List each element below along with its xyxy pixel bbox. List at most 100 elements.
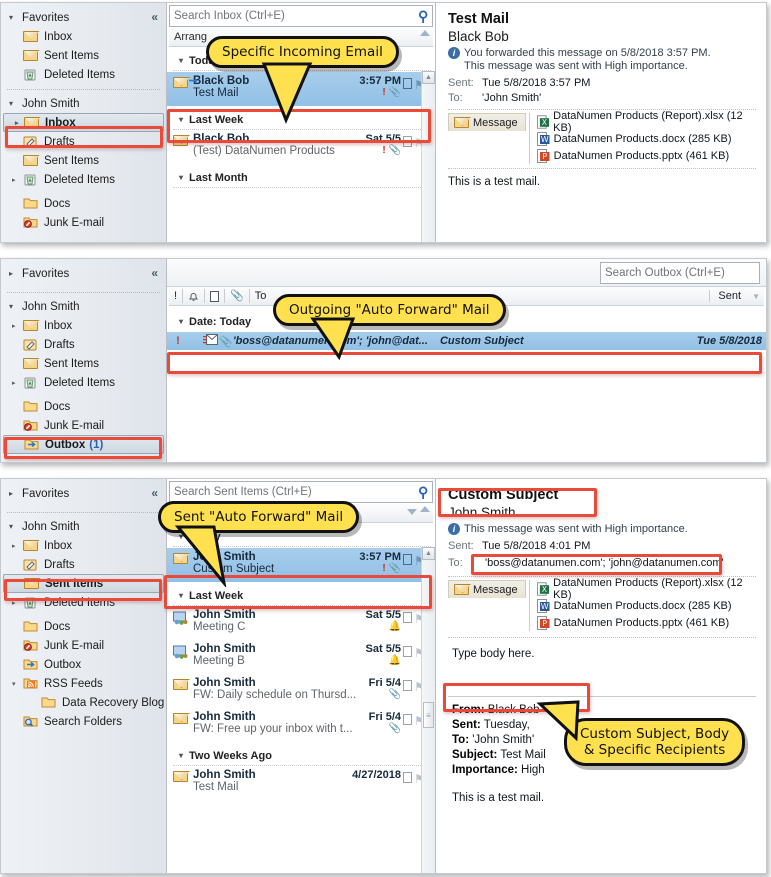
- sidebar-item-inbox[interactable]: ▸ Inbox: [1, 316, 166, 335]
- sidebar-item-deleted-items[interactable]: ▸ Deleted Items: [1, 593, 166, 612]
- chevron-right-icon[interactable]: ▸: [12, 176, 19, 184]
- sidebar-item-drafts[interactable]: Drafts: [1, 555, 166, 574]
- mail-subject-heading: Custom Subject: [448, 487, 559, 503]
- categorize-box-icon[interactable]: [403, 136, 412, 147]
- list-scrollbar[interactable]: ▲: [421, 71, 435, 242]
- svg-text:W: W: [540, 602, 548, 611]
- sidebar-item-drafts[interactable]: Drafts: [1, 132, 166, 151]
- sort-ascending-icon[interactable]: [420, 30, 430, 36]
- chevron-right-icon[interactable]: ▸: [12, 322, 19, 330]
- chevron-right-icon[interactable]: ▸: [12, 379, 19, 387]
- collapse-pane-icon[interactable]: «: [151, 11, 158, 23]
- attachment-item[interactable]: P DataNumen Products.pptx (461 KB): [536, 614, 756, 631]
- chevron-down-icon[interactable]: ▾: [12, 680, 19, 688]
- sidebar-item-docs[interactable]: Docs: [1, 397, 166, 416]
- column-header-to[interactable]: To: [250, 289, 272, 303]
- attachment-item[interactable]: X DataNumen Products (Report).xlsx (12 K…: [536, 577, 756, 601]
- attachment-item[interactable]: W DataNumen Products.docx (285 KB): [536, 597, 756, 614]
- favorite-item-sent-items[interactable]: Sent Items: [1, 46, 166, 65]
- sort-descending-icon[interactable]: [407, 509, 417, 515]
- sidebar-item-label: Data Recovery Blog: [62, 696, 165, 709]
- column-header-attachment[interactable]: 📎: [225, 289, 250, 303]
- categorize-box-icon[interactable]: [403, 612, 412, 623]
- sidebar-item-sent-items[interactable]: Sent Items: [3, 574, 164, 593]
- sidebar-item-sent-items[interactable]: Sent Items: [1, 354, 166, 373]
- sidebar-item-deleted-items[interactable]: ▸ Deleted Items: [1, 170, 166, 189]
- categorize-box-icon[interactable]: [403, 680, 412, 691]
- search-placeholder-text: Search Sent Items (Ctrl+E): [174, 486, 312, 498]
- column-header-icon[interactable]: [205, 289, 226, 303]
- search-input[interactable]: Search Sent Items (Ctrl+E) ⚲: [169, 481, 433, 503]
- categorize-box-icon[interactable]: [403, 714, 412, 725]
- sidebar-item-inbox[interactable]: ▸ Inbox: [3, 113, 164, 132]
- sort-ascending-icon[interactable]: [420, 506, 430, 512]
- sidebar-item-junk-email[interactable]: Junk E-mail: [1, 636, 166, 655]
- sidebar-item-rss-feeds[interactable]: ▾ RSS Feeds: [1, 674, 166, 693]
- navigation-pane-outbox: ▸ Favorites « ▾ John Smith ▸ Inbox Draft…: [1, 259, 167, 462]
- scroll-up-button[interactable]: ▲: [422, 71, 435, 84]
- attachment-item[interactable]: W DataNumen Products.docx (285 KB): [536, 130, 756, 147]
- list-scrollbar[interactable]: ▲ ≡: [421, 547, 435, 873]
- sidebar-item-junk-email[interactable]: Junk E-mail: [1, 213, 166, 232]
- sidebar-item-junk-email[interactable]: Junk E-mail: [1, 416, 166, 435]
- list-item[interactable]: John Smith Test Mail 4/27/2018 ⚑: [167, 766, 435, 800]
- attachment-item[interactable]: X DataNumen Products (Report).xlsx (12 K…: [536, 110, 756, 134]
- list-item[interactable]: John Smith Meeting C Sat 5/5 🔔 ⚑: [167, 606, 435, 640]
- list-item[interactable]: Black Bob (Test) DataNumen Products Sat …: [167, 130, 435, 164]
- collapse-pane-icon[interactable]: «: [151, 267, 158, 279]
- group-header-last-month[interactable]: ▾ Last Month: [167, 169, 435, 186]
- message-tab[interactable]: Message: [448, 113, 526, 131]
- favorite-inbox-label: Inbox: [44, 30, 73, 43]
- chevron-right-icon[interactable]: ▸: [12, 599, 19, 607]
- collapse-triangle-icon: ▾: [179, 591, 184, 600]
- favorites-group-header[interactable]: ▸ Favorites «: [1, 264, 166, 283]
- group-header-two-weeks-ago[interactable]: ▾ Two Weeks Ago: [167, 747, 435, 764]
- categorize-box-icon[interactable]: [403, 646, 412, 657]
- search-input[interactable]: Search Outbox (Ctrl+E): [600, 262, 760, 284]
- categorize-box-icon[interactable]: [403, 772, 412, 783]
- chevron-right-icon[interactable]: ▸: [12, 542, 19, 550]
- search-input[interactable]: Search Inbox (Ctrl+E) ⚲: [169, 5, 433, 27]
- favorite-item-inbox[interactable]: Inbox: [1, 27, 166, 46]
- sidebar-item-outbox[interactable]: Outbox (1): [3, 435, 164, 454]
- callout-text: Outgoing "Auto Forward" Mail: [273, 294, 506, 326]
- sidebar-item-label: Deleted Items: [44, 376, 115, 389]
- group-header-last-week[interactable]: ▾ Last Week: [167, 587, 435, 604]
- account-group-header-john-smith[interactable]: ▾ John Smith: [1, 94, 166, 113]
- message-tab[interactable]: Message: [448, 580, 526, 598]
- account-group-header-john-smith[interactable]: ▾ John Smith: [1, 517, 166, 536]
- collapse-pane-icon[interactable]: «: [151, 487, 158, 499]
- sidebar-item-inbox[interactable]: ▸ Inbox: [1, 536, 166, 555]
- list-item[interactable]: John Smith FW: Free up your inbox with t…: [167, 708, 435, 742]
- sidebar-item-docs[interactable]: Docs: [1, 194, 166, 213]
- sidebar-item-data-recovery-blog[interactable]: Data Recovery Blog: [1, 693, 166, 712]
- info-line-importance: This message was sent with High importan…: [464, 60, 688, 72]
- table-row[interactable]: ! 📎 'boss@datanumen.com'; 'john@dat... C…: [167, 332, 766, 350]
- search-icon[interactable]: ⚲: [418, 8, 428, 25]
- chevron-right-icon[interactable]: ▸: [15, 119, 22, 127]
- categorize-box-icon[interactable]: [403, 78, 412, 89]
- scrollbar-thumb[interactable]: ≡: [423, 702, 434, 728]
- sidebar-item-deleted-items[interactable]: ▸ Deleted Items: [1, 373, 166, 392]
- sidebar-item-label: Outbox: [45, 438, 86, 451]
- favorites-group-header[interactable]: ▾ Favorites «: [1, 8, 166, 27]
- sidebar-item-drafts[interactable]: Drafts: [1, 335, 166, 354]
- column-header-reminder[interactable]: [183, 289, 206, 303]
- list-item[interactable]: John Smith Meeting B Sat 5/5 🔔 ⚑: [167, 640, 435, 674]
- sidebar-item-outbox[interactable]: Outbox: [1, 655, 166, 674]
- sidebar-item-docs[interactable]: Docs: [1, 617, 166, 636]
- scroll-up-button[interactable]: ▲: [422, 547, 435, 560]
- mail-markers: ! 📎: [359, 87, 401, 100]
- column-header-importance[interactable]: !: [169, 289, 184, 303]
- search-icon[interactable]: ⚲: [418, 484, 428, 501]
- sidebar-item-sent-items[interactable]: Sent Items: [1, 151, 166, 170]
- account-group-header-john-smith[interactable]: ▾ John Smith: [1, 297, 166, 316]
- favorites-group-header[interactable]: ▸ Favorites «: [1, 484, 166, 503]
- attachment-item[interactable]: P DataNumen Products.pptx (461 KB): [536, 147, 756, 164]
- column-header-sent[interactable]: Sent ▼: [709, 290, 764, 302]
- favorite-item-deleted-items[interactable]: Deleted Items: [1, 65, 166, 84]
- sidebar-item-label: Search Folders: [44, 715, 122, 728]
- list-item[interactable]: John Smith FW: Daily schedule on Thursd.…: [167, 674, 435, 708]
- sidebar-item-search-folders[interactable]: Search Folders: [1, 712, 166, 731]
- categorize-box-icon[interactable]: [403, 554, 412, 565]
